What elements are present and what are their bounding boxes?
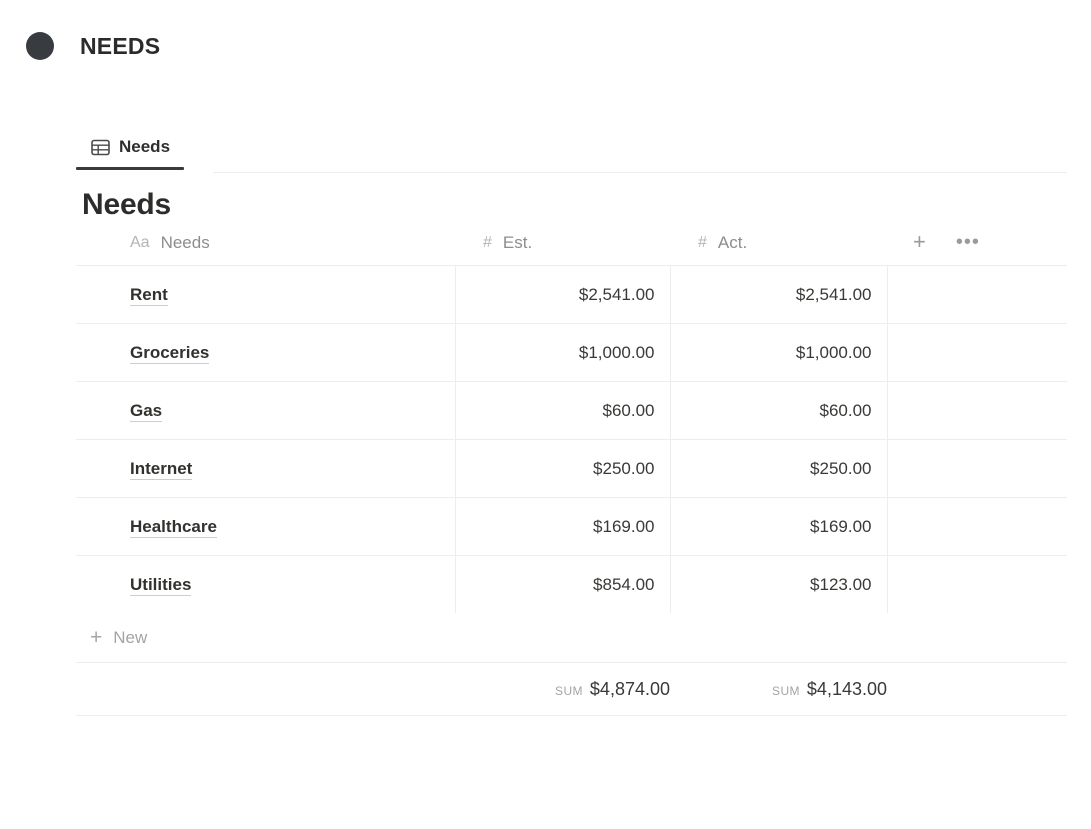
- row-est-cell[interactable]: $1,000.00: [455, 323, 671, 382]
- row-name-cell[interactable]: Utilities: [76, 555, 456, 613]
- summary-est-cell[interactable]: SUM $4,874.00: [455, 662, 670, 716]
- summary-blank-cell: [887, 662, 1067, 716]
- table-row[interactable]: Rent $2,541.00 $2,541.00: [76, 265, 1067, 324]
- summary-label: SUM: [555, 683, 583, 698]
- table-body: Rent $2,541.00 $2,541.00 Groceries $1,00…: [76, 265, 1067, 716]
- tab-needs[interactable]: Needs: [76, 126, 185, 170]
- column-header-act[interactable]: # Act.: [670, 231, 887, 266]
- number-type-icon: #: [698, 234, 707, 251]
- new-row-cell[interactable]: + New: [76, 613, 1067, 663]
- table-row[interactable]: Healthcare $169.00 $169.00: [76, 497, 1067, 556]
- column-header-actions: + •••: [887, 231, 1067, 266]
- row-blank-cell: [887, 381, 1067, 440]
- page-header: NEEDS: [0, 0, 1091, 66]
- tab-bar-divider: [213, 172, 1067, 173]
- summary-value: $4,874.00: [589, 678, 670, 699]
- summary-row: SUM $4,874.00 SUM $4,143.00: [76, 662, 1067, 716]
- summary-name-cell: [76, 662, 455, 716]
- plus-icon: +: [90, 626, 103, 649]
- row-act-cell[interactable]: $60.00: [670, 381, 888, 440]
- table-view-icon: [90, 137, 110, 157]
- plus-icon[interactable]: +: [913, 231, 926, 253]
- new-row-label: New: [113, 627, 148, 647]
- row-act-cell[interactable]: $2,541.00: [670, 265, 888, 324]
- summary-label: SUM: [772, 683, 800, 698]
- row-act-cell[interactable]: $250.00: [670, 439, 888, 498]
- row-act-cell[interactable]: $169.00: [670, 497, 888, 556]
- page-title: NEEDS: [80, 32, 161, 59]
- row-act-cell[interactable]: $123.00: [670, 555, 888, 613]
- filled-circle-icon: [26, 32, 54, 60]
- table-row[interactable]: Gas $60.00 $60.00: [76, 381, 1067, 440]
- row-blank-cell: [887, 555, 1067, 613]
- row-name-cell[interactable]: Healthcare: [76, 497, 456, 556]
- table-row[interactable]: Groceries $1,000.00 $1,000.00: [76, 323, 1067, 382]
- row-name-cell[interactable]: Internet: [76, 439, 456, 498]
- column-header-est[interactable]: # Est.: [455, 231, 670, 266]
- new-row[interactable]: + New: [76, 613, 1067, 663]
- number-type-icon: #: [483, 234, 492, 251]
- table-header-row: Aa Needs # Est. # Act. + •••: [76, 231, 1067, 266]
- summary-act-cell[interactable]: SUM $4,143.00: [670, 662, 887, 716]
- row-name-cell[interactable]: Gas: [76, 381, 456, 440]
- table-row[interactable]: Internet $250.00 $250.00: [76, 439, 1067, 498]
- row-est-cell[interactable]: $60.00: [455, 381, 671, 440]
- column-header-label: Est.: [502, 233, 533, 252]
- row-blank-cell: [887, 265, 1067, 324]
- row-name-cell[interactable]: Rent: [76, 265, 456, 324]
- table-row[interactable]: Utilities $854.00 $123.00: [76, 555, 1067, 613]
- row-est-cell[interactable]: $169.00: [455, 497, 671, 556]
- row-name-cell[interactable]: Groceries: [76, 323, 456, 382]
- row-est-cell[interactable]: $2,541.00: [455, 265, 671, 324]
- ellipsis-icon[interactable]: •••: [956, 232, 980, 252]
- tab-label: Needs: [119, 137, 171, 156]
- row-blank-cell: [887, 323, 1067, 382]
- row-act-cell[interactable]: $1,000.00: [670, 323, 888, 382]
- database-block: Needs Aa Needs # Est. # Act. + ••• Rent …: [0, 188, 1091, 716]
- row-blank-cell: [887, 439, 1067, 498]
- needs-table: Aa Needs # Est. # Act. + ••• Rent $2,541…: [76, 231, 1067, 716]
- row-blank-cell: [887, 497, 1067, 556]
- column-header-label: Act.: [717, 233, 748, 252]
- view-tab-bar: Needs: [0, 126, 1091, 173]
- row-est-cell[interactable]: $854.00: [455, 555, 671, 613]
- row-est-cell[interactable]: $250.00: [455, 439, 671, 498]
- text-type-icon: Aa: [130, 234, 150, 251]
- column-header-label: Needs: [160, 233, 210, 252]
- database-title[interactable]: Needs: [82, 188, 1067, 221]
- summary-value: $4,143.00: [806, 678, 887, 699]
- column-header-needs[interactable]: Aa Needs: [76, 231, 455, 266]
